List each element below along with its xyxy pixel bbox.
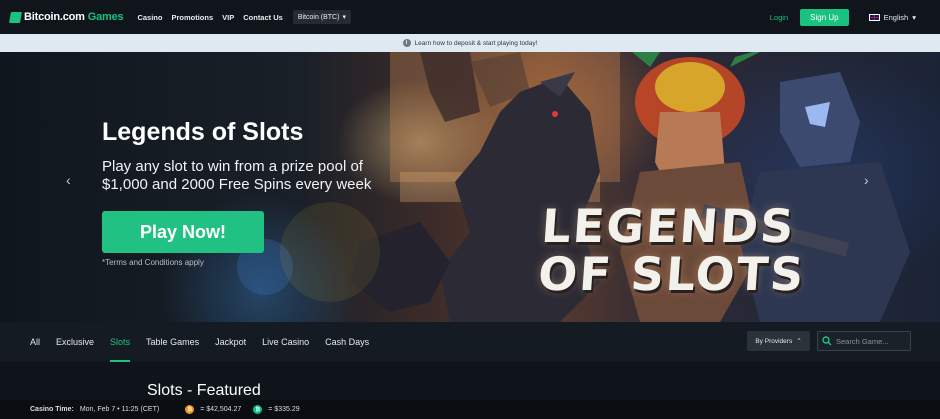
- bch-price: = $335.29: [268, 406, 300, 413]
- tab-jackpot[interactable]: Jackpot: [215, 322, 246, 362]
- tab-cash-days[interactable]: Cash Days: [325, 322, 369, 362]
- top-navigation: Bitcoin.com Games Casino Promotions VIP …: [0, 0, 940, 34]
- search-icon: [822, 336, 832, 346]
- nav-link-vip[interactable]: VIP: [222, 13, 234, 22]
- casino-time-label: Casino Time:: [30, 406, 74, 413]
- providers-label: By Providers: [755, 337, 793, 345]
- tab-exclusive[interactable]: Exclusive: [56, 322, 94, 362]
- site-logo[interactable]: Bitcoin.com Games: [9, 11, 124, 23]
- carousel-next-icon[interactable]: ›: [864, 172, 869, 188]
- games-section: Slots - Featured: [0, 362, 940, 400]
- search-box[interactable]: [817, 331, 911, 351]
- nav-right-group: Login Sign Up English ▾: [770, 8, 930, 26]
- signup-button[interactable]: Sign Up: [800, 8, 849, 26]
- logo-suffix-text: Games: [87, 11, 124, 23]
- chevron-down-icon: ▾: [342, 14, 346, 21]
- currency-label: Bitcoin (BTC): [297, 13, 340, 21]
- casino-time-value: Mon, Feb 7 • 11:25 (CET): [79, 406, 160, 413]
- legends-of-slots-art-logo: LEGENDS OF SLOTS: [536, 199, 811, 301]
- hero-banner: LEGENDS OF SLOTS ‹ › Legends of Slots Pl…: [0, 52, 940, 322]
- section-title: Slots - Featured: [147, 382, 261, 399]
- bitcoin-cash-icon: ₿: [253, 405, 263, 414]
- logo-brand-text: Bitcoin.com: [24, 11, 85, 23]
- tab-live-casino[interactable]: Live Casino: [262, 322, 309, 362]
- nav-link-casino[interactable]: Casino: [137, 13, 162, 22]
- search-input[interactable]: [836, 336, 906, 346]
- chevron-up-icon: ⌃: [796, 338, 802, 345]
- hero-title: Legends of Slots: [102, 118, 304, 146]
- art-logo-line1: LEGENDS: [539, 199, 798, 253]
- nav-link-promotions[interactable]: Promotions: [171, 13, 213, 22]
- tab-all[interactable]: All: [30, 322, 40, 362]
- carousel-prev-icon[interactable]: ‹: [66, 172, 71, 188]
- category-tabbar: All Exclusive Slots Table Games Jackpot …: [0, 322, 940, 362]
- nav-link-contact-us[interactable]: Contact Us: [243, 13, 283, 22]
- info-icon: i: [402, 39, 411, 47]
- language-selector[interactable]: English ▾: [868, 12, 916, 22]
- language-label: English: [883, 12, 909, 22]
- play-now-button[interactable]: Play Now!: [102, 211, 264, 253]
- info-banner[interactable]: i Learn how to deposit & start playing t…: [0, 34, 940, 52]
- btc-price: = $42,504.27: [200, 406, 242, 413]
- art-logo-line2: OF SLOTS: [536, 247, 808, 301]
- currency-selector[interactable]: Bitcoin (BTC) ▾: [292, 10, 351, 24]
- bitcoin-icon: ₿: [185, 405, 195, 414]
- chevron-down-icon: ▾: [912, 12, 916, 22]
- info-banner-text: Learn how to deposit & start playing tod…: [414, 39, 538, 47]
- tab-table-games[interactable]: Table Games: [146, 322, 199, 362]
- providers-dropdown[interactable]: By Providers ⌃: [747, 331, 810, 351]
- login-link[interactable]: Login: [770, 13, 788, 22]
- tab-slots[interactable]: Slots: [110, 322, 131, 362]
- hero-subtitle: Play any slot to win from a prize pool o…: [102, 158, 372, 193]
- footer-ticker: Casino Time: Mon, Feb 7 • 11:25 (CET) ₿ …: [0, 400, 940, 419]
- logo-icon: [9, 11, 22, 23]
- uk-flag-icon: [868, 13, 880, 21]
- terms-note[interactable]: *Terms and Conditions apply: [102, 258, 204, 267]
